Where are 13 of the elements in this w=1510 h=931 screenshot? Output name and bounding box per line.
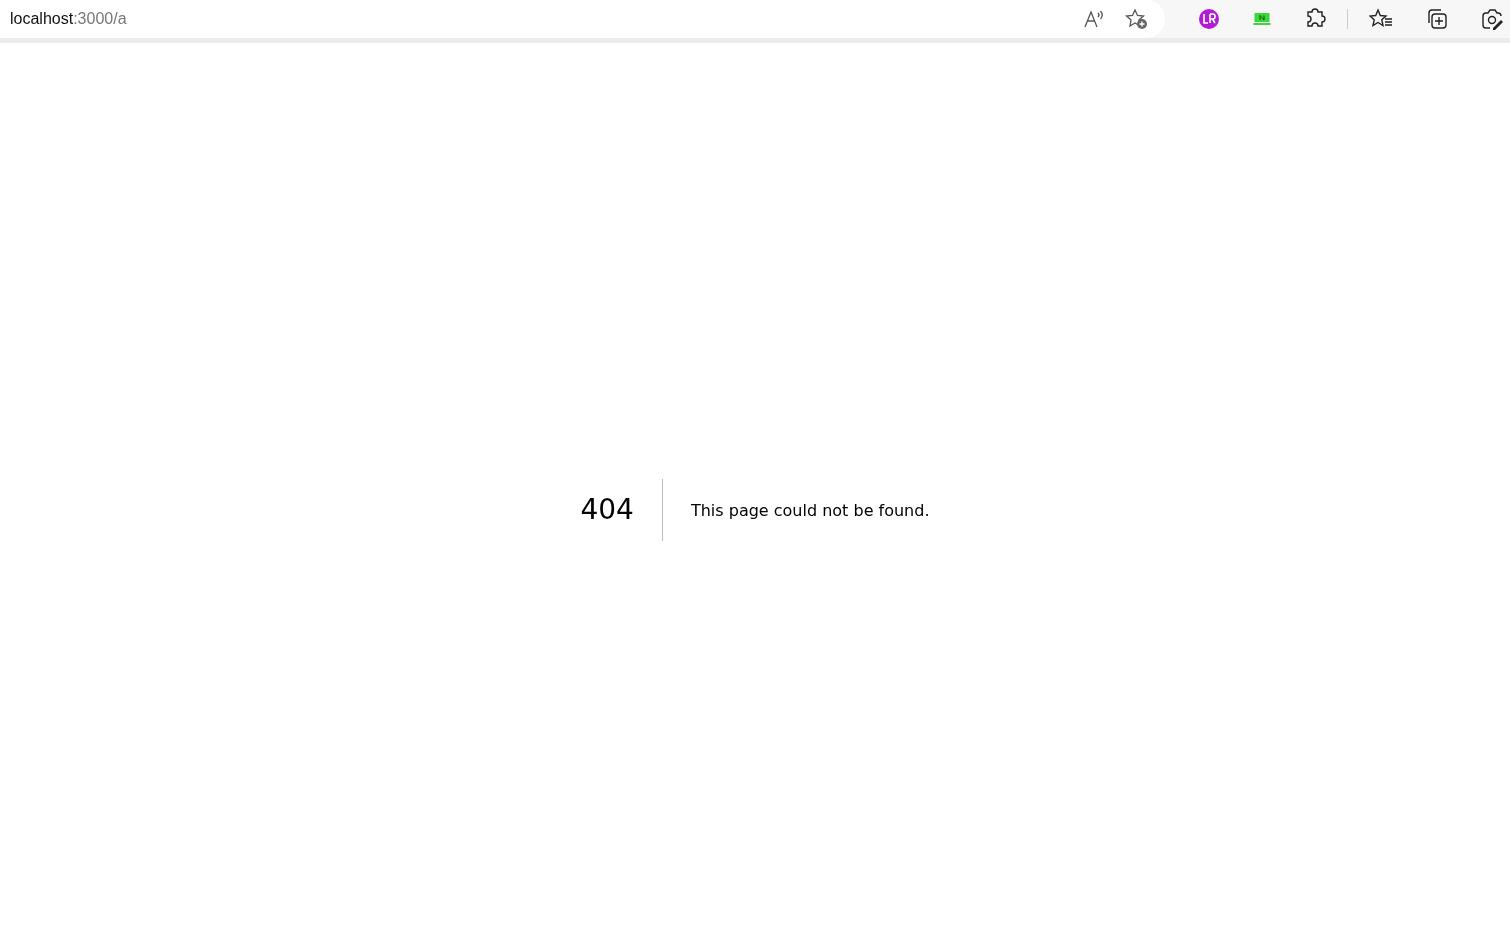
read-aloud-icon[interactable]	[1083, 9, 1105, 29]
collections-icon[interactable]	[1426, 8, 1448, 30]
monitor-icon[interactable]	[1253, 11, 1271, 27]
url-host: localhost	[10, 10, 74, 28]
error-message: This page could not be found.	[690, 500, 930, 520]
add-favorite-icon[interactable]	[1125, 8, 1149, 30]
url-path: :3000/a	[73, 10, 127, 28]
address-field[interactable]: localhost:3000/a	[0, 0, 1165, 38]
extension-icon[interactable]	[1198, 8, 1220, 30]
puzzle-icon[interactable]	[1304, 8, 1326, 30]
screenshot-icon[interactable]	[1481, 8, 1503, 30]
error-code: 404	[580, 479, 663, 541]
favorites-icon[interactable]	[1369, 8, 1393, 30]
